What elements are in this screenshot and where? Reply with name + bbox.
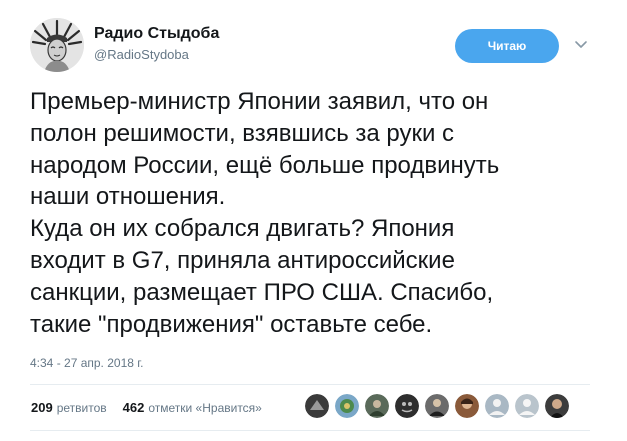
liker-avatar-9[interactable] <box>545 394 569 418</box>
liker-avatar-1[interactable] <box>305 394 329 418</box>
tweet-line: полон решимости, взявшись за руки с <box>30 119 455 147</box>
retweets-count[interactable]: 209 <box>31 400 53 415</box>
tweet-line: такие "продвижения" оставьте себе. <box>30 310 433 338</box>
liker-avatar-6[interactable] <box>455 394 479 418</box>
likes-count[interactable]: 462 <box>123 400 145 415</box>
tweet-timestamp[interactable]: 4:34 - 27 апр. 2018 г. <box>30 356 144 370</box>
tweet-line: Куда он их собрался двигать? Япония <box>30 215 455 243</box>
retweets-label[interactable]: ретвитов <box>57 401 107 415</box>
likes-label[interactable]: отметки «Нравится» <box>148 401 262 415</box>
divider <box>30 384 590 385</box>
divider <box>30 430 590 431</box>
tweet-line: Премьер-министр Японии заявил, что он <box>30 88 489 115</box>
tweet-stats: 209 ретвитов 462 отметки «Нравится» <box>31 400 262 415</box>
author-name[interactable]: Радио Стыдоба <box>94 25 219 43</box>
liker-avatar-4[interactable] <box>395 394 419 418</box>
author-handle[interactable]: @RadioStydoba <box>94 47 189 62</box>
liker-avatar-7[interactable] <box>485 394 509 418</box>
tweet-text: Премьер-министр Японии заявил, что он по… <box>30 86 615 340</box>
statue-of-liberty-avatar-icon <box>30 18 84 72</box>
follow-button[interactable]: Читаю <box>455 29 559 63</box>
liker-avatar-5[interactable] <box>425 394 449 418</box>
likers-avatars <box>305 394 569 418</box>
liker-avatar-8[interactable] <box>515 394 539 418</box>
tweet-line: входит в G7, приняла антироссийские <box>30 246 455 274</box>
follow-button-label: Читаю <box>487 39 527 53</box>
liker-avatar-3[interactable] <box>365 394 389 418</box>
tweet-line: наши отношения. <box>30 183 226 211</box>
author-avatar[interactable] <box>30 18 84 72</box>
liker-avatar-2[interactable] <box>335 394 359 418</box>
chevron-down-icon[interactable] <box>573 37 589 53</box>
tweet-line: санкции, размещает ПРО США. Спасибо, <box>30 278 494 306</box>
tweet-line: народом России, ещё больше продвинуть <box>30 151 500 179</box>
